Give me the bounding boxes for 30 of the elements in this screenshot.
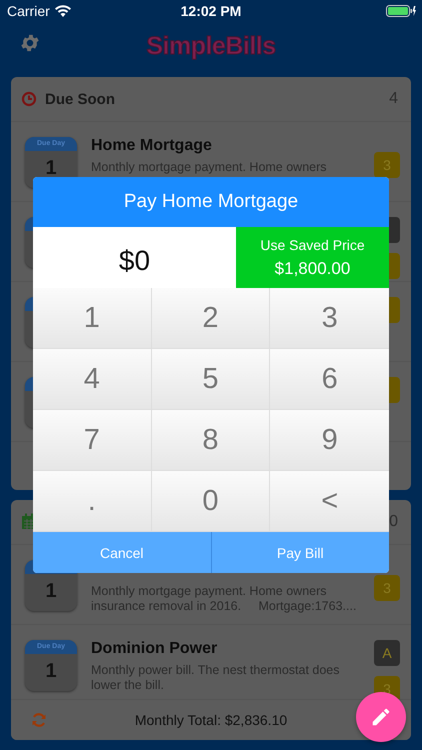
battery-icon [386, 5, 416, 17]
settings-icon[interactable] [19, 32, 41, 54]
tag-badge: A [374, 640, 400, 666]
keypad-key[interactable]: 8 [152, 410, 270, 471]
carrier-label: Carrier [7, 3, 50, 19]
wifi-icon [54, 5, 71, 17]
bill-name[interactable]: Home Mortgage [91, 137, 360, 155]
keypad-key[interactable]: 6 [270, 349, 389, 410]
bill-name[interactable]: Dominion Power [91, 640, 360, 658]
keypad-key[interactable]: 0 [152, 471, 270, 532]
clock-icon [21, 91, 37, 107]
keypad-key[interactable]: < [270, 471, 389, 532]
keypad-key[interactable]: . [33, 471, 152, 532]
keypad-key[interactable]: 9 [270, 410, 389, 471]
app-logo: SimpleBills [146, 32, 276, 60]
keypad-key[interactable]: 4 [33, 349, 152, 410]
amount-field[interactable]: $0 [33, 227, 236, 288]
use-saved-price-button[interactable]: Use Saved Price $1,800.00 [236, 227, 389, 288]
keypad-key[interactable]: 7 [33, 410, 152, 471]
pay-bill-button[interactable]: Pay Bill [210, 532, 389, 573]
pencil-icon [370, 706, 392, 728]
section-title: Due Soon [45, 90, 115, 108]
keypad-key[interactable]: 5 [152, 349, 270, 410]
cancel-button[interactable]: Cancel [33, 532, 210, 573]
dialog-title: Pay Home Mortgage [33, 177, 389, 227]
clock-time: 12:02 PM [180, 3, 242, 19]
keypad-key[interactable]: 3 [270, 288, 389, 349]
keypad-key[interactable]: 2 [152, 288, 270, 349]
monthly-total: Monthly Total: $2,836.10 [134, 712, 288, 728]
keypad-key[interactable]: 1 [33, 288, 152, 349]
